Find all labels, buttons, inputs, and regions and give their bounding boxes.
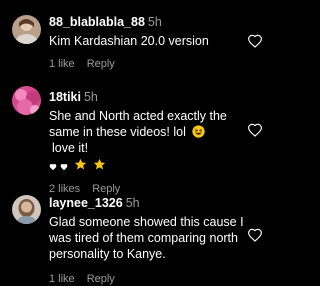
avatar[interactable]	[12, 86, 41, 115]
black-heart-emoji	[61, 164, 68, 171]
comment-actions: 1 like Reply	[49, 58, 245, 71]
like-count[interactable]: 1 like	[49, 273, 75, 285]
comment-actions: 2 likes Reply	[49, 183, 245, 196]
comment-actions: 1 like Reply	[49, 273, 245, 286]
comment-meta: 18tiki 5h	[49, 90, 245, 105]
comment-text-line: Glad someone showed this cause I	[49, 215, 244, 229]
grinning-squinting-face-emoji	[192, 125, 206, 138]
star-emoji	[94, 158, 106, 170]
comment-text: Glad someone showed this cause I was tir…	[49, 214, 245, 262]
comment-text: Kim Kardashian 20.0 version	[49, 33, 245, 49]
reply-button[interactable]: Reply	[92, 183, 120, 195]
username[interactable]: 18tiki	[49, 90, 81, 104]
comment-text-line: was tired of them comparing north	[49, 231, 238, 245]
reply-button[interactable]: Reply	[87, 58, 115, 70]
comment-text-line: personality to Kanye.	[49, 247, 166, 261]
username[interactable]: laynee_1326	[49, 196, 123, 210]
username[interactable]: 88_blablabla_88	[49, 15, 145, 29]
timestamp: 5h	[125, 196, 140, 210]
comment-meta: 88_blablabla_88 5h	[49, 15, 245, 30]
comment-text-line: Kim Kardashian 20.0 version	[49, 34, 209, 48]
heart-outline-icon[interactable]	[247, 34, 263, 48]
comment-meta: laynee_1326 5h	[49, 196, 245, 211]
like-count[interactable]: 1 like	[49, 58, 75, 70]
heart-outline-icon[interactable]	[247, 123, 263, 137]
black-heart-emoji	[49, 164, 57, 171]
star-emoji	[74, 158, 87, 170]
heart-outline-icon[interactable]	[247, 228, 263, 242]
emoji-row	[49, 157, 245, 173]
avatar[interactable]	[12, 15, 41, 44]
comment-text: She and North acted exactly the same in …	[49, 108, 245, 173]
reply-button[interactable]: Reply	[87, 273, 115, 285]
comment-text-line: love it!	[52, 141, 89, 155]
comment-text-line: same in these videos! lol	[49, 125, 186, 139]
timestamp: 5h	[147, 15, 162, 29]
like-count[interactable]: 2 likes	[49, 183, 80, 195]
comment-text-line: She and North acted exactly the	[49, 109, 227, 123]
avatar[interactable]	[12, 195, 41, 224]
timestamp: 5h	[83, 90, 98, 104]
